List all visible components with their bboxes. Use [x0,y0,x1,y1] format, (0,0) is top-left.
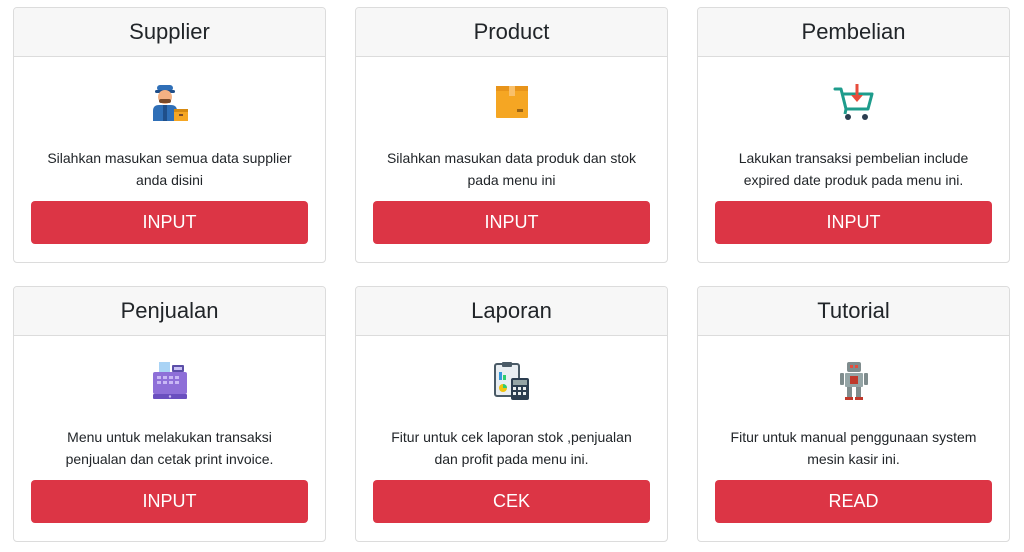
report-calculator-icon [493,362,529,400]
cash-register-icon [152,362,187,399]
supplier-input-button[interactable]: INPUT [31,201,308,244]
card-description: Fitur untuk cek laporan stok ,penjualan … [391,429,632,467]
pembelian-input-button[interactable]: INPUT [715,201,992,244]
card-title: Laporan [356,287,667,336]
card-description: Menu untuk melakukan transaksi penjualan… [65,429,274,467]
card-tutorial: Tutorial Fitur untuk manual penggunaan s… [697,286,1010,542]
card-title: Tutorial [698,287,1009,336]
card-title: Supplier [14,8,325,57]
shopping-cart-icon [833,84,873,120]
card-description: Lakukan transaksi pembelian include expi… [738,150,969,188]
card-title: Pembelian [698,8,1009,57]
robot-icon [839,362,868,400]
card-description: Silahkan masukan data produk dan stok pa… [386,150,637,188]
card-description: Fitur untuk manual penggunaan system mes… [730,429,977,467]
card-pembelian: Pembelian Lakukan transaksi pembelian in… [697,7,1010,263]
card-product: Product Silahkan masukan data produk dan… [355,7,668,263]
tutorial-read-button[interactable]: READ [715,480,992,523]
supplier-worker-icon [152,85,188,121]
card-title: Product [356,8,667,57]
product-input-button[interactable]: INPUT [373,201,650,244]
menu-card-grid: Supplier Silahkan masukan semua data sup… [0,0,1024,552]
penjualan-input-button[interactable]: INPUT [31,480,308,523]
card-penjualan: Penjualan Menu untuk melakukan transaksi… [13,286,326,542]
card-supplier: Supplier Silahkan masukan semua data sup… [13,7,326,263]
card-title: Penjualan [14,287,325,336]
laporan-cek-button[interactable]: CEK [373,480,650,523]
card-description: Silahkan masukan semua data supplier and… [47,150,292,188]
product-box-icon [495,86,528,118]
card-laporan: Laporan Fitur untuk cek laporan stok ,pe… [355,286,668,542]
